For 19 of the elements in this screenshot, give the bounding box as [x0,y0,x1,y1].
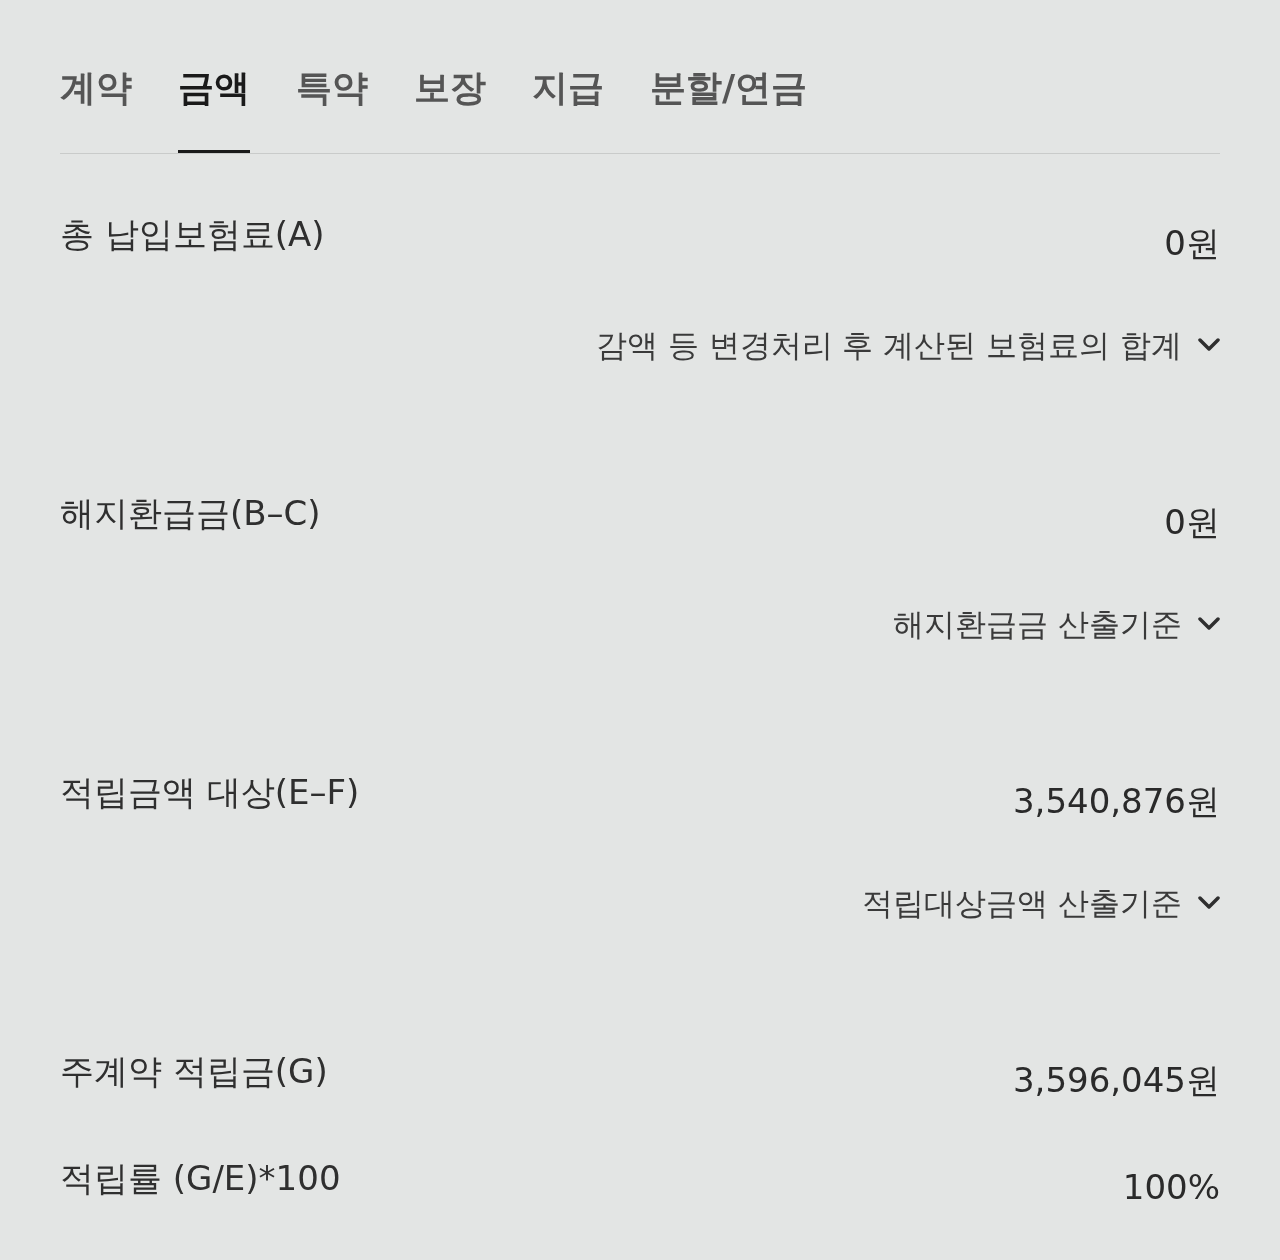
tab[interactable]: 지급 [532,64,604,153]
tab[interactable]: 보장 [414,64,486,153]
field-value: 0원 [1164,501,1220,544]
expand-toggle[interactable]: 감액 등 변경처리 후 계산된 보험료의 합계 [595,323,1220,367]
expand-toggle[interactable]: 적립대상금액 산출기준 [862,881,1220,925]
tab[interactable]: 특약 [296,64,368,153]
expand-toggle[interactable]: 해지환급금 산출기준 [893,602,1220,646]
field-value: 0원 [1164,222,1220,265]
field-label: 해지환급금(B–C) [60,492,321,535]
field-value: 3,596,045원 [1012,1059,1220,1102]
field-label: 주계약 적립금(G) [60,1050,328,1093]
tab[interactable]: 분할/연금 [650,64,808,153]
field-value: 3,540,876원 [1012,780,1220,823]
field-label: 적립률 (G/E)*100 [60,1157,341,1200]
field-label: 총 납입보험료(A) [60,213,325,256]
tab[interactable]: 금액 [178,64,250,153]
tab[interactable]: 계약 [60,64,132,153]
field-label: 적립금액 대상(E–F) [60,771,360,814]
field-value: 100% [1122,1166,1220,1209]
